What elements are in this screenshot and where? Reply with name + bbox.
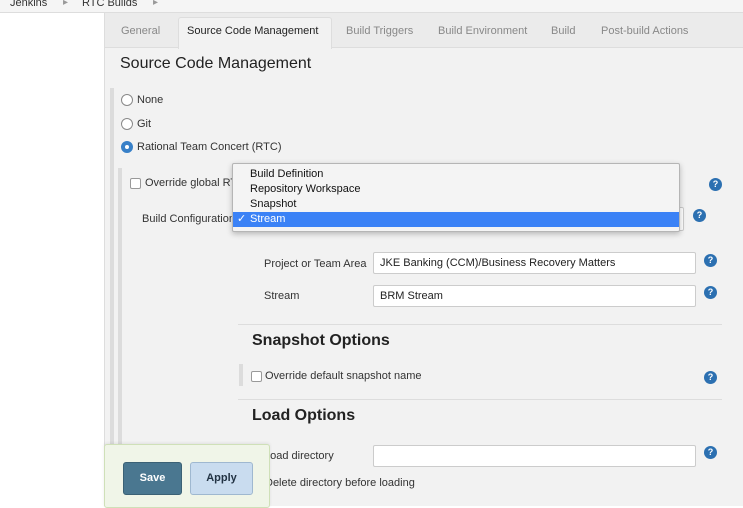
tab-build-triggers[interactable]: Build Triggers (346, 25, 413, 37)
scm-radio-none[interactable] (121, 94, 133, 106)
help-icon[interactable]: ? (704, 286, 717, 299)
tab-label: Source Code Management (187, 25, 319, 37)
load-directory-field[interactable] (373, 445, 696, 467)
side-panel (0, 13, 105, 506)
override-global-checkbox[interactable] (130, 178, 141, 189)
help-icon[interactable]: ? (704, 254, 717, 267)
dropdown-option-build-definition[interactable]: Build Definition (233, 167, 679, 182)
override-snapshot-name-checkbox[interactable] (251, 371, 262, 382)
override-global-label: Override global RT (145, 177, 238, 189)
breadcrumb-separator-icon: ▸ (153, 0, 159, 8)
checkmark-icon: ✓ (237, 213, 247, 225)
section-bar (239, 364, 243, 386)
tab-source-code-management[interactable]: Source Code Management (178, 17, 332, 49)
option-label: Build Definition (250, 168, 324, 180)
stream-field[interactable]: BRM Stream (373, 285, 696, 307)
breadcrumb-rtc-builds[interactable]: RTC Builds (82, 0, 137, 9)
delete-directory-label: Delete directory before loading (265, 477, 415, 489)
dropdown-option-stream[interactable]: ✓ Stream (233, 212, 679, 227)
build-configuration-dropdown: Build Definition Repository Workspace Sn… (232, 163, 680, 232)
override-snapshot-name-label: Override default snapshot name (265, 370, 422, 382)
tab-build-environment[interactable]: Build Environment (438, 25, 527, 37)
scm-label-git: Git (137, 118, 152, 130)
breadcrumb: Jenkins ▸ RTC Builds ▸ (0, 0, 743, 13)
breadcrumb-separator-icon: ▸ (63, 0, 69, 8)
option-label: Stream (250, 213, 286, 225)
save-button[interactable]: Save (123, 462, 182, 495)
apply-button[interactable]: Apply (190, 462, 253, 495)
option-label: Repository Workspace (250, 183, 361, 195)
help-icon[interactable]: ? (704, 446, 717, 459)
help-icon[interactable]: ? (704, 371, 717, 384)
scm-label-none: None (137, 94, 164, 106)
help-icon[interactable]: ? (693, 209, 706, 222)
scm-label-rtc: Rational Team Concert (RTC) (137, 141, 282, 153)
dropdown-option-snapshot[interactable]: Snapshot (233, 197, 679, 212)
load-options-title: Load Options (252, 407, 356, 424)
help-icon[interactable]: ? (709, 178, 722, 191)
build-configuration-label: Build Configuration (142, 213, 235, 225)
project-area-field[interactable]: JKE Banking (CCM)/Business Recovery Matt… (373, 252, 696, 274)
option-label: Snapshot (250, 198, 297, 210)
scm-radio-git[interactable] (121, 118, 133, 130)
tab-post-build-actions[interactable]: Post-build Actions (601, 25, 688, 37)
divider (238, 324, 722, 325)
tab-general[interactable]: General (121, 25, 160, 37)
snapshot-options-title: Snapshot Options (252, 332, 390, 349)
scm-radio-rtc[interactable] (121, 141, 133, 153)
breadcrumb-jenkins[interactable]: Jenkins (10, 0, 47, 9)
load-directory-label: Load directory (264, 450, 334, 462)
divider (238, 399, 722, 400)
section-title: Source Code Management (120, 55, 312, 72)
dropdown-option-repository-workspace[interactable]: Repository Workspace (233, 182, 679, 197)
stream-label: Stream (264, 290, 300, 302)
project-area-label: Project or Team Area (264, 258, 367, 270)
tab-build[interactable]: Build (551, 25, 575, 37)
